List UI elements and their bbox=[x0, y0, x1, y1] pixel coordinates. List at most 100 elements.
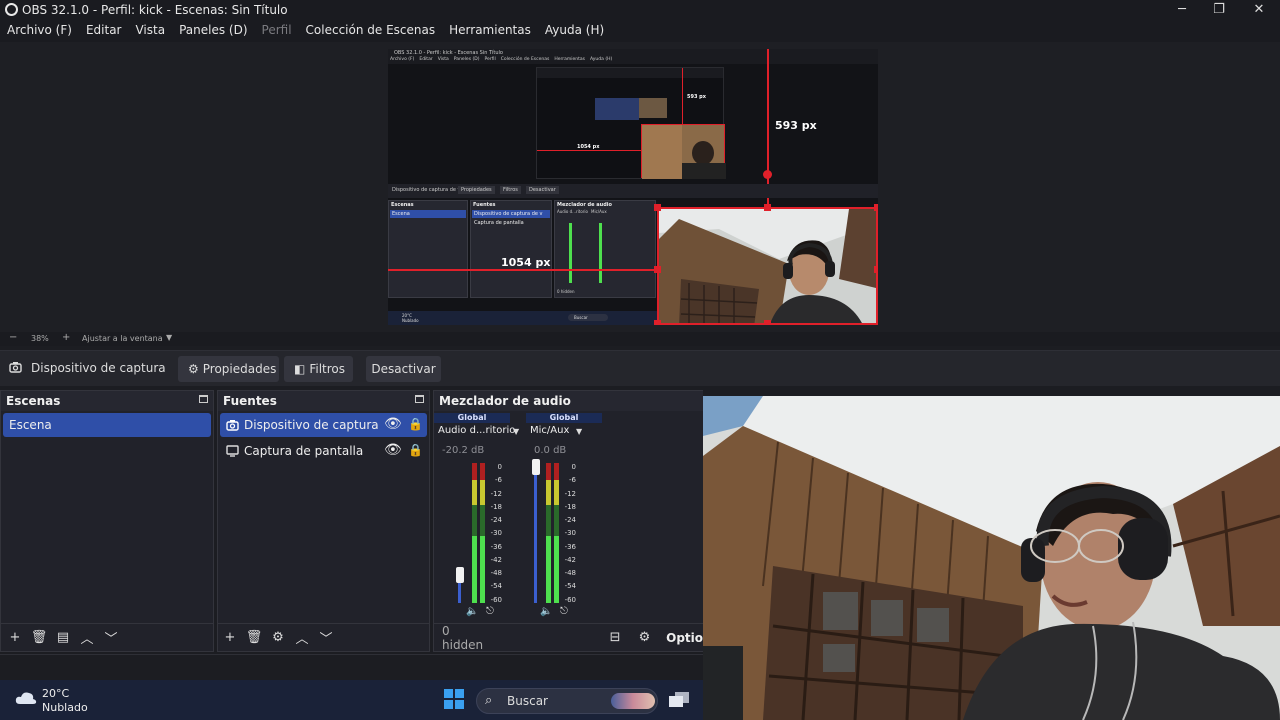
mini-meter-2 bbox=[599, 223, 602, 283]
chevron-down-icon[interactable]: ▼ bbox=[513, 427, 519, 436]
title-bar: OBS 32.1.0 - Perfil: kick - Escenas: Sin… bbox=[0, 0, 1280, 20]
mixer-settings-button[interactable]: ⚙ bbox=[633, 630, 656, 645]
close-button[interactable]: ✕ bbox=[1249, 2, 1269, 17]
mini-tb-filters: Filtros bbox=[500, 186, 521, 194]
preview-area[interactable]: OBS 32.1.0 - Perfil: kick - Escenas Sin … bbox=[0, 42, 1280, 332]
source-item-screen-capture[interactable]: Captura de pantalla 👁 🔒 bbox=[220, 439, 427, 463]
mini-r-shirt bbox=[682, 163, 726, 179]
mini-weather: Nublado bbox=[402, 318, 419, 323]
filters-button[interactable]: ◧ Filtros bbox=[284, 356, 353, 382]
windows-start-icon[interactable] bbox=[444, 689, 464, 712]
measure-vertical-line bbox=[767, 49, 769, 205]
mini-search: Buscar bbox=[568, 314, 608, 321]
mini-sources-title: Fuentes bbox=[473, 202, 496, 208]
scale-tick-label: -42 bbox=[490, 555, 502, 564]
mini-source-1: Dispositivo de captura de v bbox=[472, 210, 550, 218]
mini-r-bar bbox=[537, 68, 723, 78]
lock-icon[interactable]: 🔒 bbox=[408, 417, 423, 431]
mini-scenes-title: Escenas bbox=[391, 202, 414, 208]
weather-condition[interactable]: Nublado bbox=[42, 701, 88, 714]
mini-r-wall bbox=[642, 125, 682, 179]
task-view-icon[interactable] bbox=[669, 692, 689, 711]
scene-filters-button[interactable]: ▤ bbox=[51, 630, 75, 645]
properties-button[interactable]: ⚙ Propiedades bbox=[178, 356, 279, 382]
monitor-off-icon[interactable]: ⎋ bbox=[486, 606, 494, 617]
scenes-dock-header: Escenas bbox=[1, 391, 213, 411]
source-properties-button[interactable]: ⚙ bbox=[266, 630, 290, 645]
menu-item-5[interactable]: Colección de Escenas bbox=[299, 20, 443, 42]
volume-fader-knob[interactable] bbox=[455, 566, 464, 583]
handle-tr[interactable] bbox=[874, 204, 878, 211]
menu-item-6[interactable]: Herramientas bbox=[442, 20, 538, 42]
status-bar bbox=[0, 654, 703, 680]
undock-icon[interactable] bbox=[199, 395, 208, 403]
speaker-icon[interactable]: 🔈 bbox=[540, 606, 552, 617]
chevron-down-icon[interactable]: ▼ bbox=[576, 427, 582, 436]
monitor-off-icon[interactable]: ⎋ bbox=[560, 606, 568, 617]
add-source-button[interactable]: + bbox=[218, 630, 242, 645]
handle-b[interactable] bbox=[764, 320, 771, 325]
mixer-options-button[interactable]: Optio bbox=[666, 631, 703, 645]
mini-r-head bbox=[692, 141, 714, 165]
minimize-button[interactable]: ─ bbox=[1172, 2, 1192, 17]
measure-width-label: 1054 px bbox=[501, 256, 551, 269]
zoom-mode-select[interactable]: Ajustar a la ventana bbox=[82, 334, 163, 343]
mini-r-measure-b: 1054 px bbox=[577, 144, 600, 150]
undock-icon[interactable] bbox=[415, 395, 424, 403]
handle-l[interactable] bbox=[654, 266, 661, 273]
scene-item[interactable]: Escena bbox=[3, 413, 211, 437]
taskbar-search[interactable]: ⌕ Buscar bbox=[476, 688, 658, 714]
maximize-button[interactable]: ❐ bbox=[1209, 2, 1229, 17]
mixer-channel-desktop-audio: Global Audio d...ritorio ▼ -20.2 dB 0 -6 -… bbox=[434, 411, 519, 621]
webcam-overlay bbox=[703, 396, 1280, 720]
scale-tick-label: -18 bbox=[564, 502, 576, 511]
eye-icon[interactable]: 👁 bbox=[384, 442, 402, 458]
channel-name: Mic/Aux bbox=[530, 425, 570, 436]
scenes-dock: Escenas Escena + 🗑 ▤ ︿ ﹀ bbox=[0, 390, 214, 652]
lock-icon[interactable]: 🔒 bbox=[408, 443, 423, 457]
scale-tick-label: -54 bbox=[490, 582, 502, 591]
handle-t[interactable] bbox=[764, 204, 771, 211]
weather-temperature[interactable]: 20°C bbox=[42, 687, 69, 700]
volume-fader-track[interactable] bbox=[534, 463, 537, 603]
move-down-button[interactable]: ﹀ bbox=[314, 628, 338, 647]
source-item-label: Captura de pantalla bbox=[244, 444, 364, 458]
move-up-button[interactable]: ︿ bbox=[75, 628, 99, 647]
menu-item-1[interactable]: Editar bbox=[79, 20, 129, 42]
mini-r-webcam bbox=[641, 124, 726, 179]
menu-item-7[interactable]: Ayuda (H) bbox=[538, 20, 611, 42]
menu-item-3[interactable]: Paneles (D) bbox=[172, 20, 254, 42]
source-item-video-capture[interactable]: Dispositivo de captura de v 👁 🔒 bbox=[220, 413, 427, 437]
preview-zoom-bar: − 38% + Ajustar a la ventana ▼ bbox=[0, 332, 1280, 346]
zoom-in-button[interactable]: + bbox=[62, 332, 70, 343]
mini-source-2: Captura de pantalla bbox=[474, 220, 524, 226]
handle-r[interactable] bbox=[874, 266, 878, 273]
chevron-down-icon[interactable]: ▼ bbox=[166, 333, 172, 342]
mixer-footer: 0 hidden ⊟ ⚙ Optio bbox=[434, 623, 703, 652]
volume-fader-knob[interactable] bbox=[531, 459, 540, 475]
camera-icon bbox=[9, 361, 22, 376]
remove-scene-button[interactable]: 🗑 bbox=[27, 630, 51, 645]
deactivate-button[interactable]: Desactivar bbox=[366, 356, 441, 382]
mini-menu-item: Vista bbox=[437, 57, 449, 62]
eye-icon[interactable]: 👁 bbox=[384, 416, 402, 432]
remove-source-button[interactable]: 🗑 bbox=[242, 630, 266, 645]
move-down-button[interactable]: ﹀ bbox=[99, 628, 123, 647]
selected-source-webcam[interactable] bbox=[657, 207, 878, 325]
speaker-icon[interactable]: 🔈 bbox=[466, 606, 478, 617]
preview-canvas[interactable]: OBS 32.1.0 - Perfil: kick - Escenas Sin … bbox=[388, 49, 878, 325]
handle-tl[interactable] bbox=[654, 204, 661, 211]
mini-r-nest bbox=[595, 98, 639, 120]
channel-name: Audio d...ritorio bbox=[438, 425, 516, 436]
menu-item-2[interactable]: Vista bbox=[128, 20, 172, 42]
meter-scale: 0 -6 -12 -18 -24 -30 -36 -42 -48 -54 -60 bbox=[486, 461, 502, 607]
zoom-out-button[interactable]: − bbox=[9, 332, 17, 343]
mini-toolbar: Dispositivo de captura de v Propiedades … bbox=[388, 184, 878, 198]
menu-item-4[interactable]: Perfil bbox=[255, 20, 299, 42]
handle-bl[interactable] bbox=[654, 320, 661, 325]
move-up-button[interactable]: ︿ bbox=[290, 628, 314, 647]
add-scene-button[interactable]: + bbox=[3, 630, 27, 645]
layout-toggle-button[interactable]: ⊟ bbox=[603, 630, 626, 645]
scenes-footer: + 🗑 ▤ ︿ ﹀ bbox=[1, 623, 213, 651]
menu-item-0[interactable]: Archivo (F) bbox=[0, 20, 79, 42]
